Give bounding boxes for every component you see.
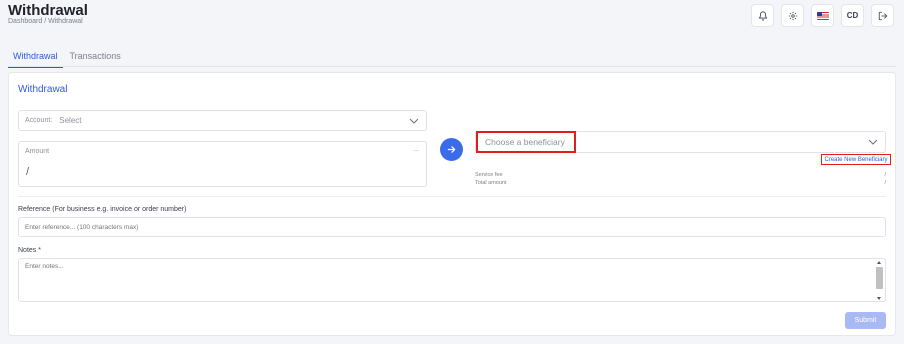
us-flag-icon bbox=[816, 11, 829, 20]
user-avatar-button[interactable]: CD bbox=[841, 4, 864, 27]
notes-scrollbar[interactable] bbox=[875, 261, 884, 300]
transfer-arrow-button[interactable] bbox=[440, 138, 463, 161]
beneficiary-select[interactable]: Choose a beneficiary bbox=[475, 131, 886, 153]
header-actions: CD bbox=[751, 4, 894, 27]
logout-button[interactable] bbox=[871, 4, 894, 27]
account-value: Select bbox=[59, 116, 82, 125]
withdrawal-card: Withdrawal Account: Select Amount ... / … bbox=[8, 72, 896, 336]
user-initials: CD bbox=[846, 11, 859, 20]
arrow-right-icon bbox=[447, 146, 456, 153]
service-fee-row: Service fee / bbox=[475, 172, 886, 178]
beneficiary-placeholder: Choose a beneficiary bbox=[476, 131, 576, 153]
page-title: Withdrawal bbox=[8, 2, 88, 19]
logout-icon bbox=[878, 11, 887, 20]
amount-field[interactable]: Amount ... / bbox=[18, 141, 427, 187]
total-amount-label: Total amount bbox=[475, 180, 507, 186]
chevron-down-icon bbox=[409, 118, 419, 124]
account-label: Account: bbox=[25, 117, 53, 124]
form-divider bbox=[18, 196, 886, 197]
amount-currency-suffix: ... bbox=[413, 146, 419, 153]
submit-button[interactable]: Submit bbox=[845, 312, 886, 329]
service-fee-label: Service fee bbox=[475, 172, 503, 178]
amount-label: Amount bbox=[25, 148, 50, 155]
tab-bar: Withdrawal Transactions bbox=[8, 46, 128, 68]
language-button[interactable] bbox=[811, 4, 834, 27]
account-select[interactable]: Account: Select bbox=[18, 110, 427, 131]
reference-input[interactable] bbox=[18, 217, 886, 237]
scroll-thumb[interactable] bbox=[876, 267, 883, 289]
total-amount-value: / bbox=[884, 180, 886, 186]
breadcrumb: Dashboard / Withdrawal bbox=[8, 18, 83, 25]
chevron-down-icon bbox=[868, 139, 878, 145]
scroll-up-arrow-icon[interactable] bbox=[877, 261, 881, 264]
amount-value: / bbox=[26, 166, 30, 178]
notification-button[interactable] bbox=[751, 4, 774, 27]
notes-label: Notes * bbox=[18, 247, 41, 254]
tabs-divider bbox=[8, 66, 896, 67]
tab-withdrawal[interactable]: Withdrawal bbox=[8, 46, 63, 68]
bell-icon bbox=[758, 10, 767, 21]
tab-transactions[interactable]: Transactions bbox=[65, 46, 126, 68]
reference-label: Reference (For business e.g. invoice or … bbox=[18, 206, 187, 213]
gear-icon bbox=[788, 11, 797, 20]
scroll-down-arrow-icon[interactable] bbox=[877, 297, 881, 300]
notes-input[interactable] bbox=[18, 258, 886, 302]
settings-button[interactable] bbox=[781, 4, 804, 27]
service-fee-value: / bbox=[884, 172, 886, 178]
create-beneficiary-link[interactable]: Create New Beneficiary bbox=[821, 154, 891, 165]
card-title: Withdrawal bbox=[18, 84, 68, 95]
total-amount-row: Total amount / bbox=[475, 180, 886, 186]
